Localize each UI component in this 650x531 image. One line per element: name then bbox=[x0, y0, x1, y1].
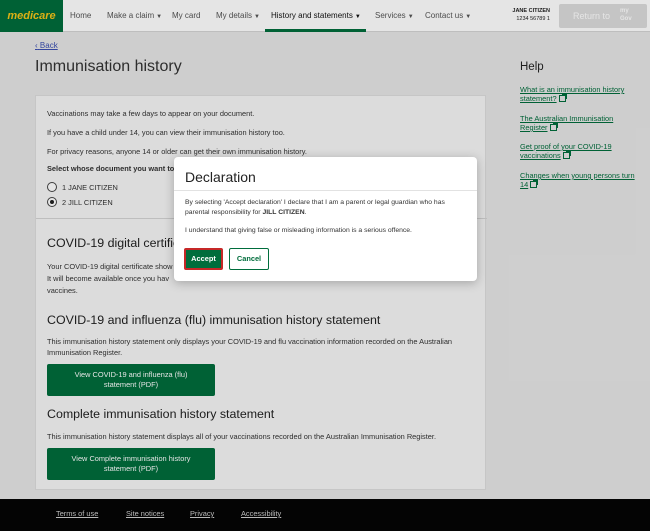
accept-button[interactable]: Accept bbox=[184, 248, 223, 270]
offence-warning-text: I understand that giving false or mislea… bbox=[185, 227, 412, 234]
dialog-title: Declaration bbox=[185, 169, 256, 185]
declaration-text: By selecting 'Accept declaration' I decl… bbox=[185, 198, 470, 218]
declaration-text-part: By selecting 'Accept declaration' I decl… bbox=[185, 199, 445, 216]
declaration-text-part: . bbox=[304, 209, 307, 216]
declaration-dialog: Declaration By selecting 'Accept declara… bbox=[174, 157, 477, 281]
divider bbox=[174, 190, 477, 191]
cancel-button[interactable]: Cancel bbox=[229, 248, 269, 270]
child-name: JILL CITIZEN bbox=[262, 209, 305, 216]
